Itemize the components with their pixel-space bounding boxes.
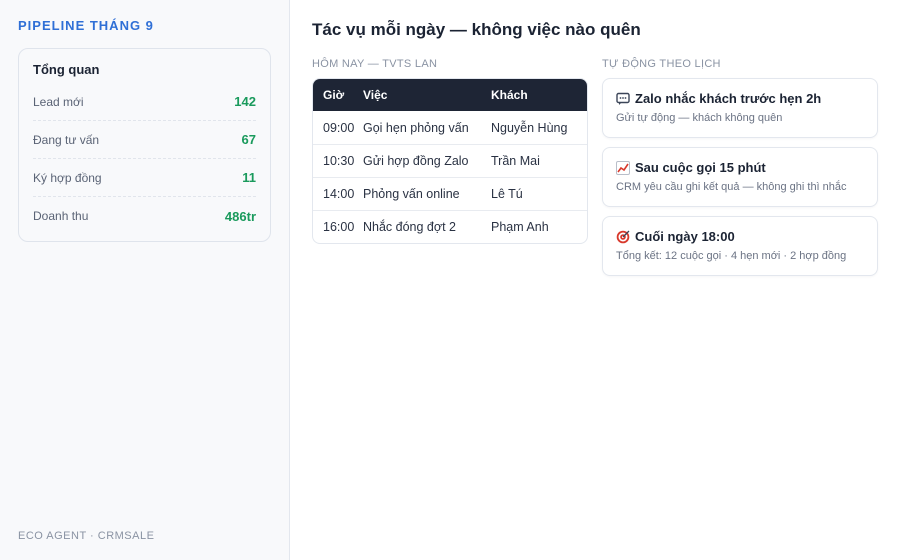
- stat-row-signed: Ký hợp đồng 11: [33, 159, 256, 197]
- columns: Hôm nay — TVTS Lan Giờ Việc Khách 09:00 …: [312, 58, 878, 285]
- task-subtitle: Tổng kết: 12 cuộc gọi · 4 hẹn mới · 2 hợ…: [616, 250, 847, 262]
- stat-row-new-leads: Lead mới 142: [33, 83, 256, 121]
- stat-value: 142: [234, 94, 256, 109]
- app: PIPELINE THÁNG 9 Tổng quan Lead mới 142 …: [0, 0, 900, 560]
- sidebar-footer: ECO AGENT · CRMSALE: [18, 530, 155, 542]
- table-row[interactable]: 09:00 Gọi hẹn phỏng vấn Nguyễn Hùng: [313, 111, 587, 144]
- cell-time: 10:30: [323, 154, 355, 168]
- task-title: Cuối ngày 18:00: [616, 229, 864, 244]
- cell-time: 16:00: [323, 220, 355, 234]
- cell-task: Phỏng vấn online: [363, 187, 460, 201]
- task-subtitle: Gửi tự động — khách không quên: [616, 112, 783, 124]
- task-title: Zalo nhắc khách trước hẹn 2h: [616, 91, 864, 106]
- table-row[interactable]: 10:30 Gửi hợp đồng Zalo Trần Mai: [313, 144, 587, 177]
- task-subtitle: CRM yêu cầu ghi kết quả — không ghi thì …: [616, 181, 847, 193]
- cell-customer: Phạm Anh: [491, 220, 549, 234]
- main-panel: Tác vụ mỗi ngày — không việc nào quên Hô…: [290, 0, 900, 560]
- task-title-text: Zalo nhắc khách trước hẹn 2h: [635, 91, 822, 106]
- overview-card: Tổng quan Lead mới 142 Đang tư vấn 67 Ký…: [18, 48, 271, 242]
- table-body: 09:00 Gọi hẹn phỏng vấn Nguyễn Hùng 10:3…: [313, 111, 587, 243]
- today-label: Hôm nay — TVTS Lan: [312, 58, 438, 70]
- cell-task: Nhắc đóng đợt 2: [363, 220, 456, 234]
- stat-row-revenue: Doanh thu 486tr: [33, 197, 256, 235]
- table-header: Giờ Việc Khách: [313, 79, 587, 111]
- stat-label: Doanh thu: [33, 209, 89, 223]
- task-title-text: Cuối ngày 18:00: [635, 229, 735, 244]
- task-card-zalo-reminder[interactable]: Zalo nhắc khách trước hẹn 2h Gửi tự động…: [602, 78, 878, 138]
- column-header-customer: Khách: [491, 88, 528, 102]
- cell-task: Gọi hẹn phỏng vấn: [363, 120, 469, 135]
- cell-time: 09:00: [323, 120, 355, 135]
- cell-task: Gửi hợp đồng Zalo: [363, 154, 469, 168]
- table-row[interactable]: 14:00 Phỏng vấn online Lê Tú: [313, 177, 587, 210]
- table-row[interactable]: 16:00 Nhắc đóng đợt 2 Phạm Anh: [313, 210, 587, 243]
- page-title: Tác vụ mỗi ngày — không việc nào quên: [312, 20, 641, 39]
- chart-icon: [616, 160, 630, 175]
- schedule-label: Tự động theo lịch: [602, 58, 721, 70]
- stat-value: 486tr: [224, 208, 256, 224]
- stat-value: 67: [241, 132, 256, 147]
- task-card-after-call[interactable]: Sau cuộc gọi 15 phút CRM yêu cầu ghi kết…: [602, 147, 878, 207]
- schedule-table: Giờ Việc Khách 09:00 Gọi hẹn phỏng vấn N…: [312, 78, 588, 244]
- stat-label: Ký hợp đồng: [33, 170, 102, 185]
- auto-schedule-section: Tự động theo lịch Zalo nhắc khách trước …: [602, 58, 878, 285]
- overview-title: Tổng quan: [33, 62, 100, 77]
- task-title-text: Sau cuộc gọi 15 phút: [635, 160, 766, 175]
- chat-bubble-icon: [616, 92, 630, 106]
- cell-customer: Trần Mai: [491, 154, 540, 168]
- cell-customer: Nguyễn Hùng: [491, 120, 568, 135]
- stat-label: Lead mới: [33, 94, 84, 109]
- stat-value: 11: [242, 170, 256, 185]
- today-section: Hôm nay — TVTS Lan Giờ Việc Khách 09:00 …: [312, 58, 588, 285]
- cell-customer: Lê Tú: [491, 187, 523, 201]
- column-header-task: Việc: [363, 88, 388, 102]
- target-icon: [616, 230, 630, 244]
- stat-label: Đang tư vấn: [33, 132, 100, 147]
- sidebar: PIPELINE THÁNG 9 Tổng quan Lead mới 142 …: [0, 0, 290, 560]
- cell-time: 14:00: [323, 187, 355, 201]
- pipeline-title: PIPELINE THÁNG 9: [18, 18, 154, 33]
- task-title: Sau cuộc gọi 15 phút: [616, 160, 864, 175]
- column-header-time: Giờ: [323, 88, 345, 102]
- task-card-end-of-day[interactable]: Cuối ngày 18:00 Tổng kết: 12 cuộc gọi · …: [602, 216, 878, 276]
- stat-row-consulting: Đang tư vấn 67: [33, 121, 256, 159]
